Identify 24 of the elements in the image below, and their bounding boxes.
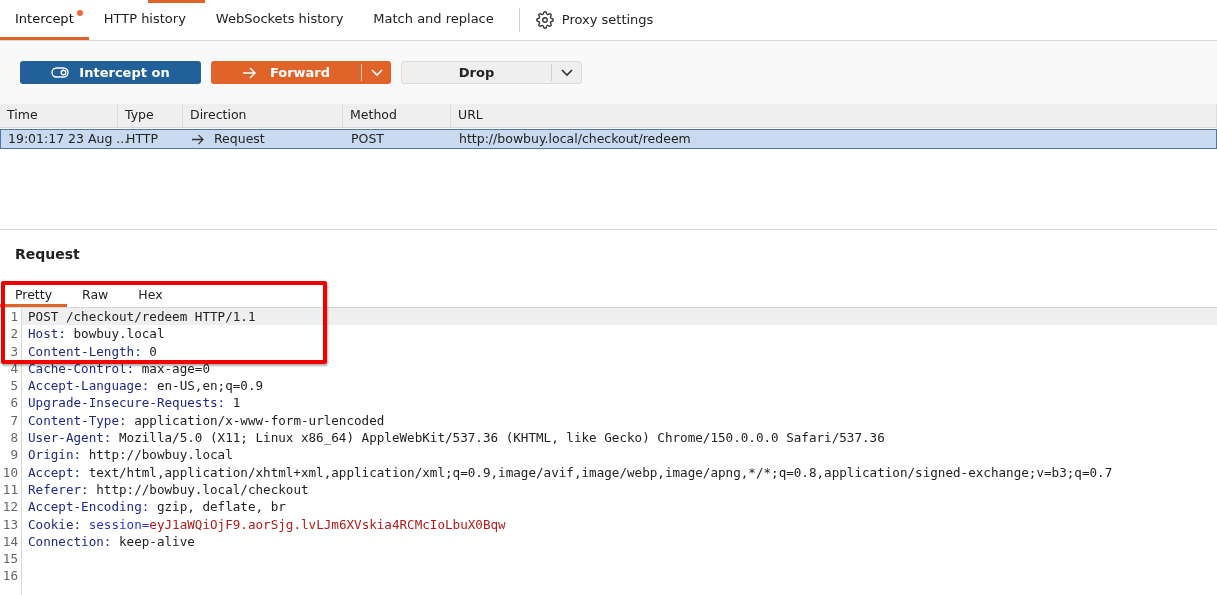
column-header[interactable]: Direction xyxy=(183,104,343,127)
table-cell-text: Request xyxy=(214,129,265,148)
arrow-right-icon xyxy=(241,66,256,79)
column-header[interactable]: Type xyxy=(118,104,183,127)
proxy-settings-tab[interactable]: Proxy settings xyxy=(519,0,670,40)
column-header[interactable]: URL xyxy=(451,104,1217,127)
column-header[interactable]: Method xyxy=(343,104,451,127)
intercept-toggle-button[interactable]: Intercept on xyxy=(20,61,201,84)
arrow-right-icon xyxy=(191,133,204,145)
proxy-tab[interactable]: HTTP history xyxy=(88,0,201,40)
view-tab[interactable]: Raw xyxy=(67,286,124,307)
view-tab[interactable]: Hex xyxy=(123,286,178,307)
proxy-tab[interactable]: WebSockets history xyxy=(200,0,359,40)
chevron-down-icon xyxy=(370,68,383,77)
table-cell-text: http://bowbuy.local/checkout/redeem xyxy=(459,129,691,148)
toggle-icon xyxy=(51,67,70,78)
settings-icon xyxy=(535,11,554,29)
column-header[interactable]: Time xyxy=(0,104,118,127)
request-title: Request xyxy=(15,246,80,262)
chevron-down-icon xyxy=(560,68,573,77)
proxy-tab[interactable]: Match and replace xyxy=(358,0,509,40)
table-cell-text: POST xyxy=(351,129,384,148)
table-cell-text: HTTP xyxy=(126,129,158,148)
table-row[interactable]: 19:01:17 23 Aug ...HTTP Request POST http://bowbuy.local/checkout/redeem xyxy=(0,129,1217,149)
